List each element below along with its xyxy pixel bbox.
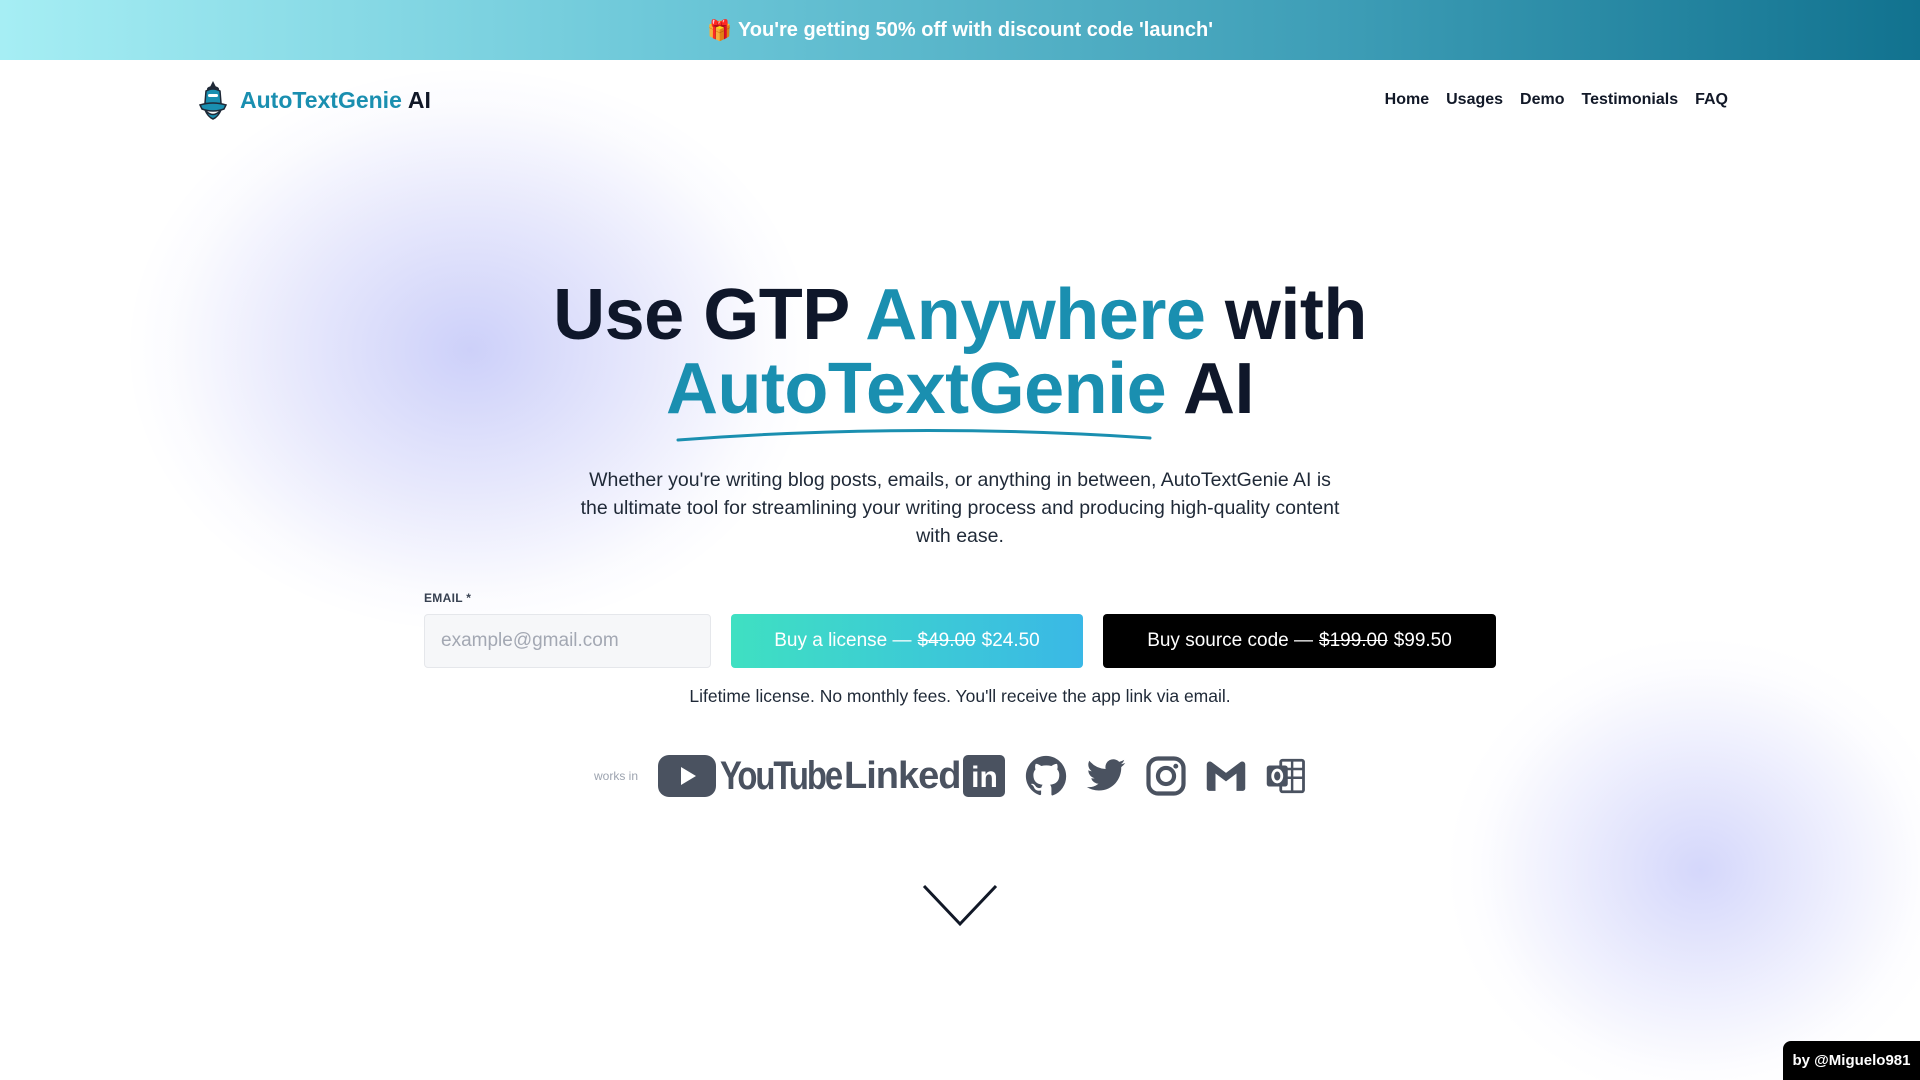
chevron-down-icon[interactable] (922, 884, 998, 928)
nav-home[interactable]: Home (1385, 91, 1429, 109)
instagram-icon (1146, 756, 1187, 796)
linkedin-icon: Linked in (844, 755, 1006, 798)
works-in-label: works in (594, 769, 639, 783)
hero-title: Use GTP Anywhere with AutoTextGenie AI (553, 275, 1367, 429)
brand-name: AutoTextGenie AI (240, 86, 431, 113)
main-nav: Home Usages Demo Testimonials FAQ (1385, 91, 1728, 109)
promo-text: You're getting 50% off with discount cod… (737, 18, 1213, 41)
credit-badge[interactable]: by @Miguelo981 (1783, 1041, 1920, 1080)
nav-usages[interactable]: Usages (1446, 91, 1503, 109)
nav-demo[interactable]: Demo (1520, 91, 1564, 109)
works-in-logos: works in YouTube Linked in (594, 752, 1325, 800)
email-field[interactable] (424, 614, 711, 668)
gift-icon: 🎁 (707, 19, 732, 42)
landing-page: 🎁 You're getting 50% off with discount c… (0, 0, 1920, 1080)
buy-license-button[interactable]: Buy a license — $49.00 $24.50 (731, 614, 1083, 668)
youtube-icon: YouTube (658, 754, 843, 799)
promo-banner: 🎁 You're getting 50% off with discount c… (0, 0, 1920, 60)
title-underline (676, 428, 1152, 442)
genie-lamp-icon (198, 81, 228, 120)
email-label: EMAIL * (424, 591, 472, 605)
license-note: Lifetime license. No monthly fees. You'l… (689, 686, 1231, 706)
gmail-icon (1207, 761, 1246, 791)
github-icon (1026, 755, 1067, 796)
nav-faq[interactable]: FAQ (1695, 91, 1728, 109)
brand-link[interactable]: AutoTextGenie AI (196, 79, 431, 121)
outlook-icon (1267, 758, 1306, 794)
buy-source-code-button[interactable]: Buy source code — $199.00 $99.50 (1103, 614, 1496, 668)
twitter-icon (1087, 759, 1126, 791)
hero-subtitle: Whether you're writing blog posts, email… (580, 469, 1340, 547)
nav-testimonials[interactable]: Testimonials (1581, 91, 1678, 109)
site-header: AutoTextGenie AI Home Usages Demo Testimo… (196, 78, 1728, 122)
